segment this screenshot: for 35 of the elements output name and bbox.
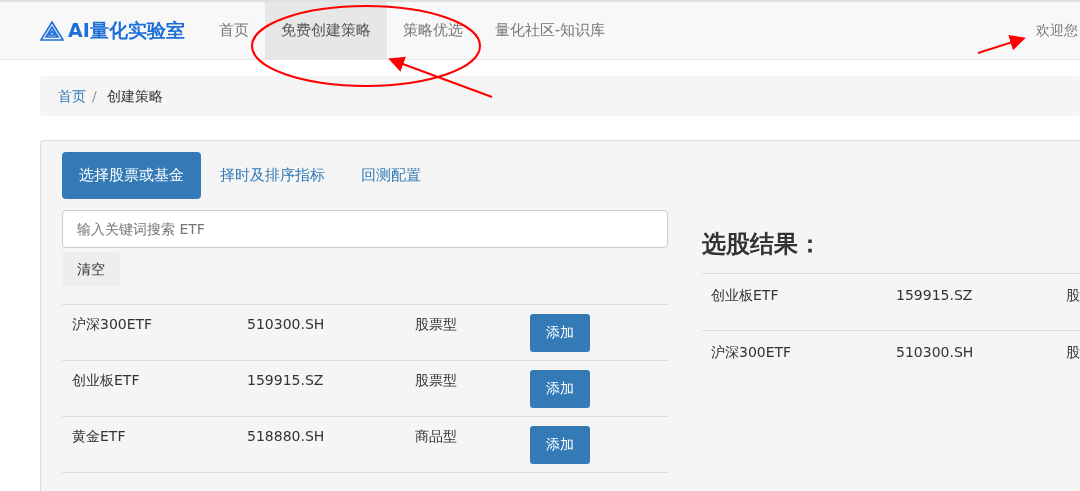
- table-cell-text: 518880.SH: [247, 426, 326, 446]
- nav-link[interactable]: 免费创建策略: [264, 2, 387, 59]
- breadcrumb-current: 创建策略: [106, 86, 163, 106]
- brand-name[interactable]: AI量化实验室: [68, 16, 185, 45]
- table-cell-text: 黄金ETF: [72, 426, 127, 446]
- welcome-text: 欢迎您: [1036, 21, 1079, 40]
- table-cell-text: 股票型: [415, 314, 458, 334]
- annotation-arrow: [977, 35, 1026, 54]
- tab[interactable]: 选择股票或基金: [62, 152, 201, 199]
- table-cell: 159915.SZ: [896, 286, 973, 303]
- table-cell-text: 股票型: [415, 370, 458, 390]
- logo-icon: [40, 20, 64, 41]
- table-cell-text: 股: [1066, 342, 1080, 362]
- table-cell-text: 商品型: [415, 426, 458, 446]
- table-cell-text: 股: [1066, 285, 1080, 305]
- nav-link[interactable]: 首页: [202, 2, 265, 59]
- search-field[interactable]: 输入关键词搜索 ETF: [62, 209, 668, 248]
- clear-button[interactable]: 清空: [62, 251, 120, 287]
- table-cell-text: 创业板ETF: [72, 370, 141, 390]
- table-cell: 沪深300ETF: [711, 343, 792, 360]
- add-button[interactable]: 添加: [530, 425, 590, 464]
- breadcrumb-link[interactable]: 首页: [58, 85, 86, 107]
- table-cell: 510300.SH: [896, 343, 974, 360]
- nav-link[interactable]: 量化社区-知识库: [478, 2, 622, 59]
- add-button[interactable]: 添加: [530, 313, 590, 352]
- table-cell: 创业板ETF: [711, 286, 779, 303]
- add-button[interactable]: 添加: [530, 369, 590, 408]
- tab[interactable]: 择时及排序指标: [203, 152, 342, 199]
- table-cell-text: 159915.SZ: [247, 370, 325, 390]
- breadcrumb-separator: /: [92, 86, 97, 106]
- results-heading: 选股结果：: [702, 230, 823, 259]
- table-cell-text: 510300.SH: [247, 314, 326, 334]
- tab[interactable]: 回测配置: [344, 152, 438, 199]
- table-cell-text: 沪深300ETF: [72, 314, 154, 334]
- nav-link[interactable]: 策略优选: [386, 2, 479, 59]
